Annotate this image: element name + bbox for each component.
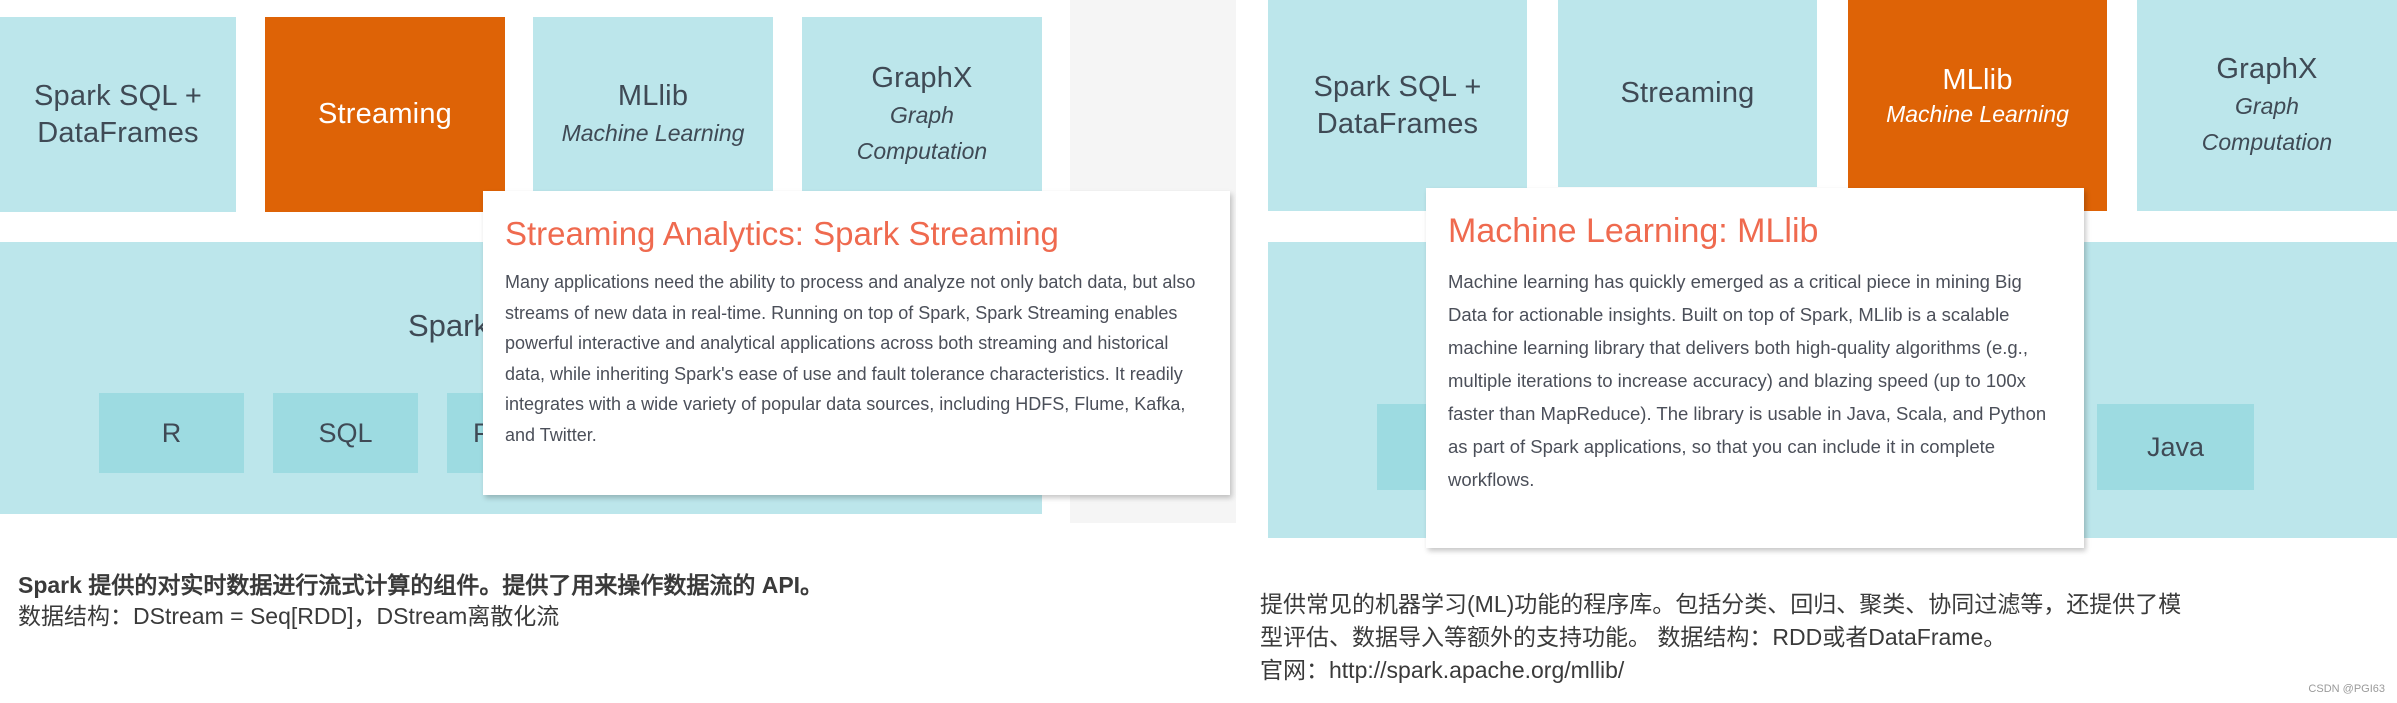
tile-label: Spark SQL + [34, 79, 202, 112]
tile-spark-sql[interactable]: Spark SQL + DataFrames [1268, 0, 1527, 211]
tile-graphx[interactable]: GraphX Graph Computation [802, 17, 1042, 212]
tile-sublabel: Graph [890, 102, 954, 128]
streaming-info-popup: Streaming Analytics: Spark Streaming Man… [483, 191, 1230, 495]
language-java[interactable]: Java [2097, 404, 2254, 490]
caption-link[interactable]: 官网：http://spark.apache.org/mllib/ [1260, 654, 2181, 687]
tile-mllib[interactable]: MLlib Machine Learning [533, 17, 773, 212]
tile-label: Streaming [1620, 77, 1755, 109]
tile-label: DataFrames [1316, 107, 1479, 140]
popup-title: Machine Learning: MLlib [1448, 212, 1819, 250]
tile-sublabel: Machine Learning [1886, 101, 2069, 127]
caption-line: 型评估、数据导入等额外的支持功能。 数据结构：RDD或者DataFrame。 [1260, 624, 2007, 650]
streaming-diagram-panel: Spark SQL + DataFrames Streaming MLlib M… [0, 0, 1240, 703]
mllib-info-popup: Machine Learning: MLlib Machine learning… [1426, 188, 2084, 548]
tile-label: DataFrames [37, 116, 199, 149]
watermark: CSDN @PGI63 [2308, 683, 2385, 695]
tile-sublabel: Machine Learning [561, 120, 745, 146]
language-sql[interactable]: SQL [273, 393, 418, 473]
mllib-diagram-panel: Spark SQL + DataFrames Streaming MLlib M… [1260, 0, 2397, 703]
core-title: Spark [408, 308, 489, 343]
tile-label: MLlib [617, 80, 689, 112]
caption-line: Spark 提供的对实时数据进行流式计算的组件。提供了用来操作数据流的 API。 [18, 572, 824, 598]
tile-label: Spark SQL + [1313, 70, 1482, 103]
tile-label: MLlib [1942, 64, 2013, 96]
language-r[interactable]: R [99, 393, 244, 473]
caption-line: 数据结构：DStream = Seq[RDD]，DStream离散化流 [18, 603, 560, 629]
tile-sublabel: Computation [2201, 129, 2333, 155]
tile-mllib[interactable]: MLlib Machine Learning [1848, 0, 2107, 211]
caption-line: 提供常见的机器学习(ML)功能的程序库。包括分类、回归、聚类、协同过滤等，还提供… [1260, 591, 2182, 617]
tile-sublabel: Computation [856, 138, 988, 164]
popup-body: Many applications need the ability to pr… [505, 272, 1196, 445]
tile-streaming[interactable]: Streaming [265, 17, 505, 212]
mllib-caption: 提供常见的机器学习(ML)功能的程序库。包括分类、回归、聚类、协同过滤等，还提供… [1260, 588, 2181, 687]
tile-streaming[interactable]: Streaming [1558, 0, 1817, 187]
popup-title: Streaming Analytics: Spark Streaming [505, 215, 1059, 252]
tile-sublabel: Graph [2235, 93, 2299, 119]
tile-label: GraphX [2216, 53, 2318, 85]
tile-label: GraphX [871, 62, 973, 94]
popup-body: Machine learning has quickly emerged as … [1448, 271, 2047, 490]
tile-label: Streaming [318, 98, 452, 130]
streaming-caption: Spark 提供的对实时数据进行流式计算的组件。提供了用来操作数据流的 API。… [18, 570, 823, 632]
tile-graphx[interactable]: GraphX Graph Computation [2137, 0, 2397, 211]
tile-spark-sql[interactable]: Spark SQL + DataFrames [0, 17, 236, 212]
language-box[interactable] [1377, 404, 1427, 490]
